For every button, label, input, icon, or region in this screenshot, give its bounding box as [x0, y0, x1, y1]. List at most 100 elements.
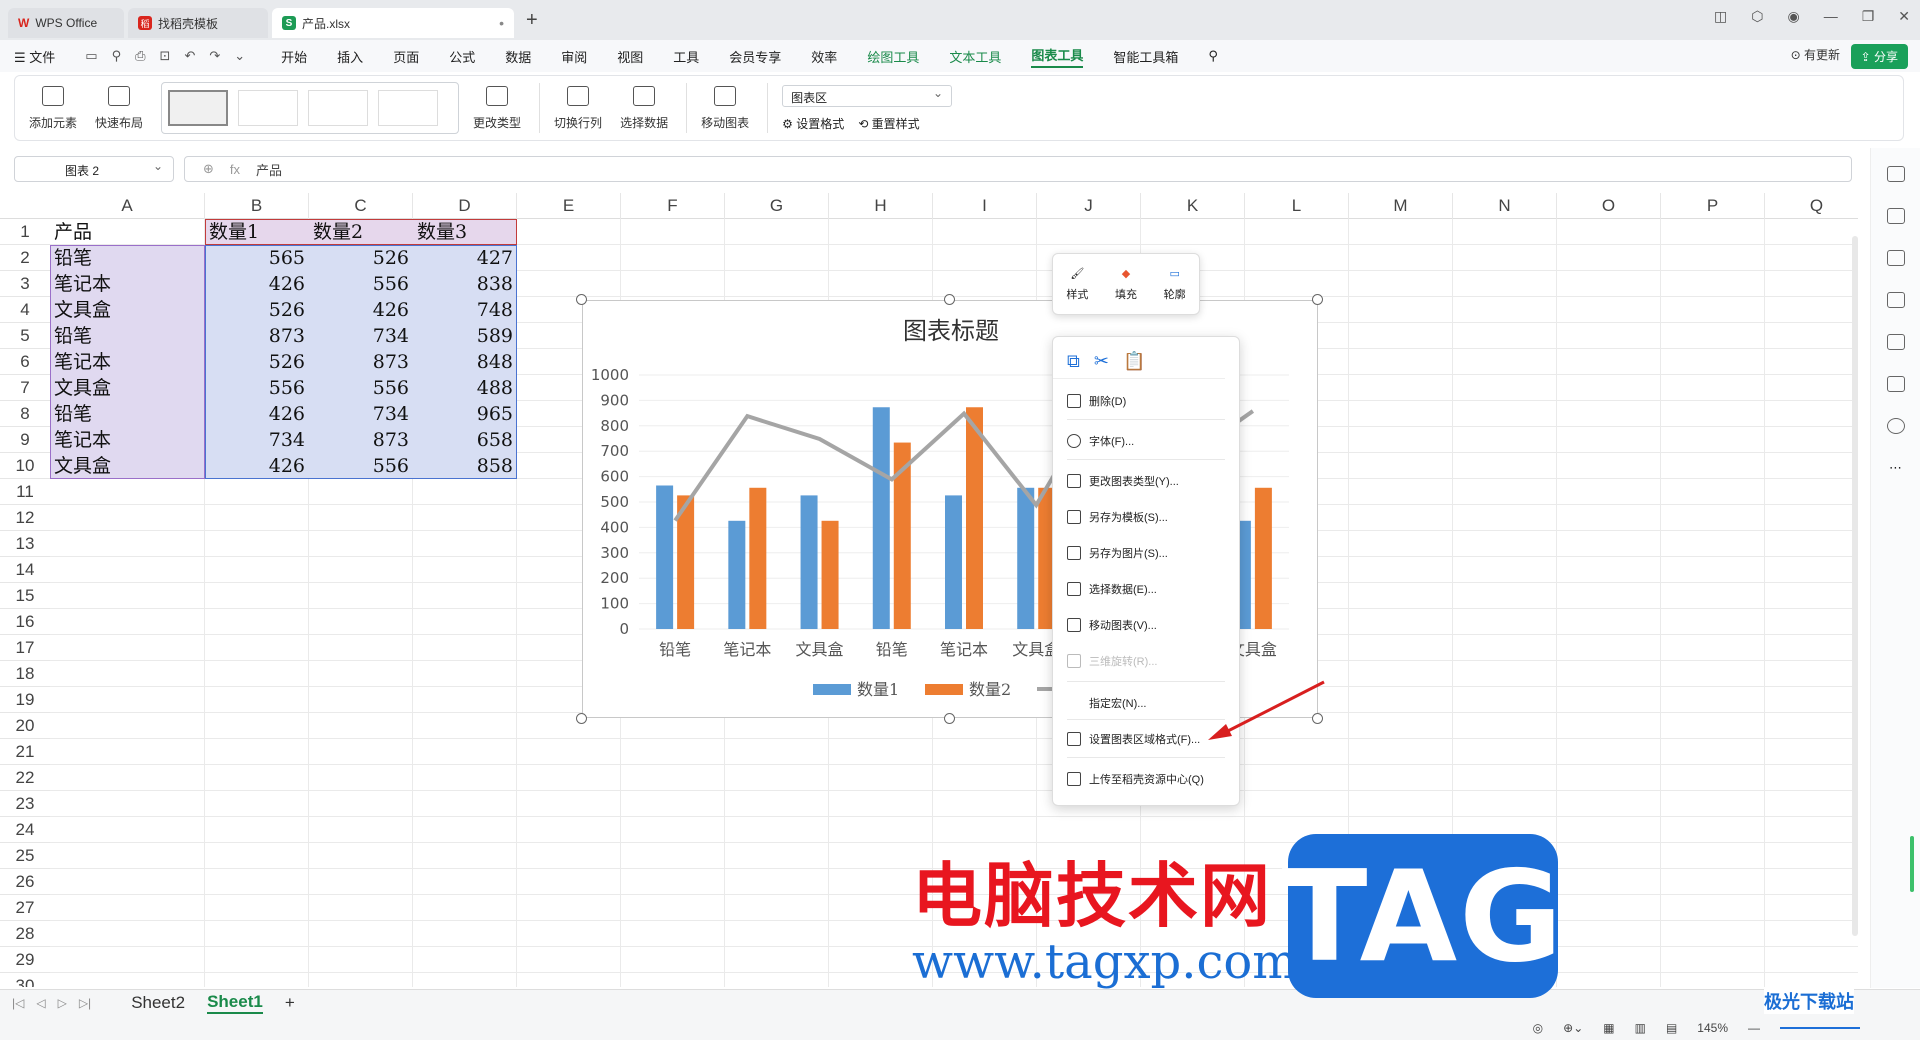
move-chart-button[interactable]: 移动图表 — [701, 85, 749, 131]
ctx-move-chart[interactable]: 移动图表(V)... — [1067, 617, 1157, 633]
column-header-E[interactable]: E — [517, 193, 621, 219]
chart-style-3[interactable] — [308, 90, 369, 126]
cell-D4[interactable]: 748 — [413, 297, 517, 323]
last-sheet-icon[interactable]: ▷| — [79, 996, 91, 1010]
cell-C8[interactable]: 734 — [309, 401, 413, 427]
name-box[interactable]: 图表 2 — [14, 156, 174, 182]
column-header-D[interactable]: D — [413, 193, 517, 219]
row-header-4[interactable]: 4 — [0, 297, 50, 323]
ctx-assign-macro[interactable]: 指定宏(N)... — [1089, 695, 1146, 711]
avatar[interactable]: ◉ — [1787, 8, 1799, 25]
resize-handle-tr[interactable] — [1312, 294, 1323, 305]
zoom-level[interactable]: 145% — [1697, 1021, 1728, 1035]
menu-formula[interactable]: 公式 — [449, 47, 475, 66]
zoom-out-icon[interactable]: — — [1748, 1021, 1760, 1035]
style-button[interactable]: 🖌 样式 — [1066, 267, 1088, 302]
outline-button[interactable]: ▭ 轮廓 — [1164, 267, 1186, 302]
resize-handle-bc[interactable] — [944, 713, 955, 724]
split-view-icon[interactable]: ▤ — [1666, 1021, 1677, 1035]
page-view-icon[interactable]: ▥ — [1635, 1021, 1646, 1035]
layout-icon[interactable]: ◫ — [1714, 8, 1727, 25]
row-header-23[interactable]: 23 — [0, 791, 50, 817]
row-header-16[interactable]: 16 — [0, 609, 50, 635]
formula-input[interactable]: ⊕ fx 产品 — [184, 156, 1852, 182]
menu-chart-tools[interactable]: 图表工具 — [1031, 45, 1084, 68]
zoom-formula-icon[interactable]: ⊕ — [203, 161, 214, 177]
add-sheet-icon[interactable]: + — [285, 993, 295, 1013]
menu-insert[interactable]: 插入 — [337, 47, 363, 66]
share-button[interactable]: ⇪ 分享 — [1850, 44, 1908, 69]
row-header-13[interactable]: 13 — [0, 531, 50, 557]
unsaved-dot-icon[interactable]: • — [499, 15, 504, 31]
vertical-scrollbar[interactable] — [1852, 236, 1858, 936]
cell-A8[interactable]: 铅笔 — [50, 401, 205, 427]
restore-icon[interactable]: ❐ — [1862, 8, 1875, 25]
change-type-button[interactable]: 更改类型 — [473, 85, 521, 131]
resize-handle-tl[interactable] — [576, 294, 587, 305]
column-header-B[interactable]: B — [205, 193, 309, 219]
column-header-H[interactable]: H — [829, 193, 933, 219]
row-header-22[interactable]: 22 — [0, 765, 50, 791]
row-header-19[interactable]: 19 — [0, 687, 50, 713]
menu-review[interactable]: 审阅 — [561, 47, 587, 66]
row-header-3[interactable]: 3 — [0, 271, 50, 297]
prev-sheet-icon[interactable]: ◁ — [36, 996, 45, 1010]
cut-icon[interactable]: ✂ — [1094, 351, 1109, 378]
row-header-25[interactable]: 25 — [0, 843, 50, 869]
row-header-1[interactable]: 1 — [0, 219, 50, 245]
cell-D10[interactable]: 858 — [413, 453, 517, 479]
column-header-J[interactable]: J — [1037, 193, 1141, 219]
cell-C4[interactable]: 426 — [309, 297, 413, 323]
resize-handle-tc[interactable] — [944, 294, 955, 305]
row-header-21[interactable]: 21 — [0, 739, 50, 765]
cell-B8[interactable]: 426 — [205, 401, 309, 427]
row-header-2[interactable]: 2 — [0, 245, 50, 271]
row-header-26[interactable]: 26 — [0, 869, 50, 895]
cell-D5[interactable]: 589 — [413, 323, 517, 349]
more-icon[interactable]: ⋯ — [1887, 460, 1905, 476]
cell-A1[interactable]: 产品 — [50, 219, 205, 245]
next-sheet-icon[interactable]: ▷ — [58, 996, 67, 1010]
menu-efficiency[interactable]: 效率 — [811, 47, 837, 66]
row-header-28[interactable]: 28 — [0, 921, 50, 947]
menu-drawing-tools[interactable]: 绘图工具 — [867, 47, 919, 66]
ctx-change-chart-type[interactable]: 更改图表类型(Y)... — [1067, 473, 1179, 489]
cell-D2[interactable]: 427 — [413, 245, 517, 271]
close-icon[interactable]: ✕ — [1898, 8, 1910, 25]
cell-B5[interactable]: 873 — [205, 323, 309, 349]
menu-home[interactable]: 开始 — [281, 47, 307, 66]
column-header-Q[interactable]: Q — [1765, 193, 1858, 219]
row-header-18[interactable]: 18 — [0, 661, 50, 687]
column-header-C[interactable]: C — [309, 193, 413, 219]
cell-B9[interactable]: 734 — [205, 427, 309, 453]
ctx-delete[interactable]: 删除(D) — [1067, 393, 1126, 409]
search-icon[interactable]: ⚲ — [1208, 48, 1218, 64]
row-header-14[interactable]: 14 — [0, 557, 50, 583]
cell-A4[interactable]: 文具盒 — [50, 297, 205, 323]
cell-A3[interactable]: 笔记本 — [50, 271, 205, 297]
row-header-11[interactable]: 11 — [0, 479, 50, 505]
column-header-G[interactable]: G — [725, 193, 829, 219]
cell-D7[interactable]: 488 — [413, 375, 517, 401]
save-icon[interactable]: ▭ — [85, 48, 97, 64]
cell-D1[interactable]: 数量3 — [413, 219, 517, 245]
new-tab-plus-icon[interactable]: + — [526, 9, 538, 32]
column-header-F[interactable]: F — [621, 193, 725, 219]
cell-B2[interactable]: 565 — [205, 245, 309, 271]
row-header-17[interactable]: 17 — [0, 635, 50, 661]
sheet-tab-sheet2[interactable]: Sheet2 — [131, 993, 185, 1013]
fill-button[interactable]: ◆ 填充 — [1115, 267, 1137, 302]
minimize-icon[interactable]: — — [1824, 8, 1838, 25]
cell-C9[interactable]: 873 — [309, 427, 413, 453]
tab-product-xlsx[interactable]: S 产品.xlsx • — [272, 8, 514, 38]
cell-C3[interactable]: 556 — [309, 271, 413, 297]
menu-page[interactable]: 页面 — [393, 47, 419, 66]
cell-C10[interactable]: 556 — [309, 453, 413, 479]
undo-icon[interactable]: ↶ — [184, 48, 195, 64]
column-header-L[interactable]: L — [1245, 193, 1349, 219]
tab-templates[interactable]: 稻找稻壳模板 — [128, 8, 268, 38]
copy-icon[interactable]: ⧉ — [1067, 351, 1080, 378]
search-doc-icon[interactable]: ⚲ — [112, 48, 122, 64]
switch-rowcol-button[interactable]: 切换行列 — [554, 85, 602, 131]
column-header-I[interactable]: I — [933, 193, 1037, 219]
